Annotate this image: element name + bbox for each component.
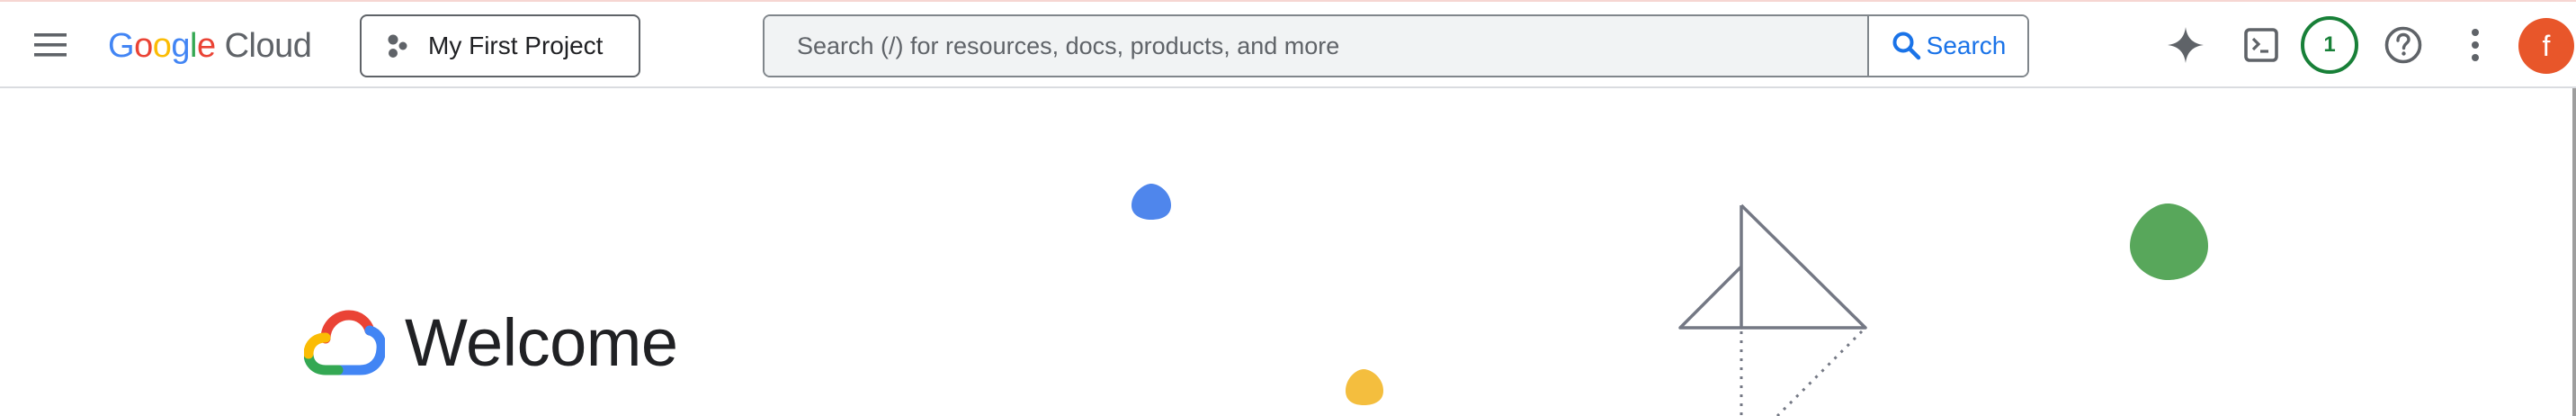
hamburger-menu-icon — [34, 33, 67, 57]
green-blob-shape — [2130, 203, 2208, 280]
main-menu-button[interactable] — [23, 18, 77, 72]
help-icon — [2384, 26, 2422, 64]
cloud-shell-terminal-icon — [2244, 28, 2278, 62]
notification-count: 1 — [2323, 32, 2336, 57]
search-icon — [1892, 32, 1920, 60]
more-options-button[interactable] — [2448, 18, 2502, 72]
search-button[interactable]: Search — [1867, 16, 2027, 76]
cloud-shell-button[interactable] — [2234, 18, 2288, 72]
blue-blob-shape — [1131, 184, 1171, 220]
help-button[interactable] — [2376, 18, 2430, 72]
logo-product-name: Cloud — [224, 26, 312, 65]
top-app-bar: GoogleCloud My First Project Search — [0, 0, 2576, 88]
search-input[interactable] — [765, 16, 1867, 76]
search-bar: Search — [763, 14, 2029, 77]
logo-letter: g — [171, 26, 190, 65]
gemini-button[interactable] — [2159, 18, 2213, 72]
project-picker-button[interactable]: My First Project — [360, 14, 640, 77]
logo-letter: o — [134, 26, 153, 65]
more-vert-icon — [2472, 29, 2479, 61]
logo-letter: o — [152, 26, 172, 65]
page-scrollbar[interactable] — [2572, 88, 2576, 416]
google-cloud-logo[interactable]: Go o g l e Cloud — [108, 23, 312, 68]
logo-letter: e — [196, 26, 216, 65]
gemini-sparkle-icon — [2168, 27, 2204, 63]
search-button-label: Search — [1926, 32, 2007, 59]
welcome-hero: Welcome — [0, 88, 2576, 416]
logo-letter: l — [189, 26, 197, 65]
paper-plane-drawing — [1678, 203, 1867, 330]
yellow-blob-shape — [1346, 369, 1383, 405]
account-avatar[interactable]: f — [2518, 18, 2574, 74]
notifications-button[interactable]: 1 — [2301, 16, 2358, 74]
avatar-letter: f — [2542, 29, 2551, 62]
project-nodes-icon — [388, 34, 407, 58]
decorative-illustration — [1131, 184, 2208, 416]
logo-letter: G — [108, 26, 135, 65]
plane-trail-dots — [1740, 330, 1864, 416]
project-name: My First Project — [428, 32, 604, 59]
